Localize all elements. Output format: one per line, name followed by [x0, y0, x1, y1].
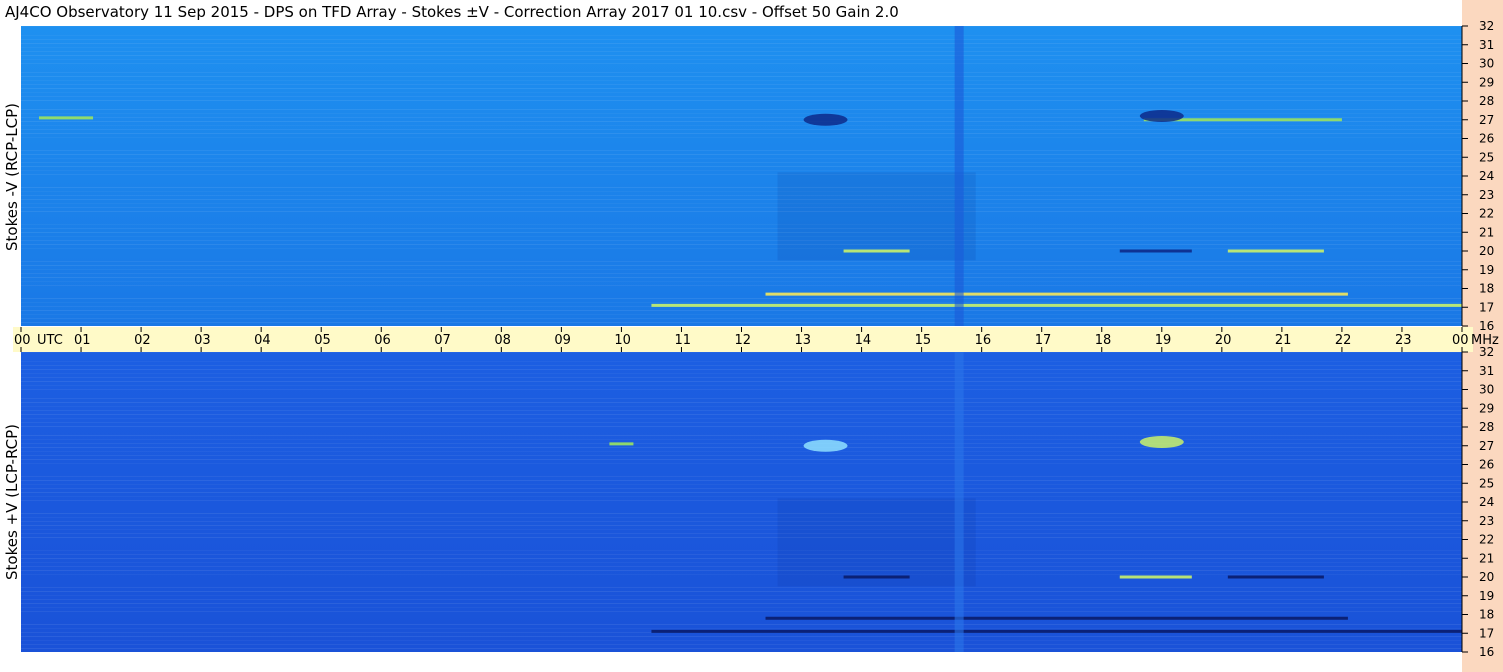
frequency-bottom-tick-label: 32 — [1479, 345, 1494, 359]
time-tick-label: 12 — [735, 333, 752, 348]
time-tick-label: 20 — [1215, 333, 1232, 348]
frequency-bottom-tick-label: 30 — [1479, 383, 1494, 397]
time-tick-label: 06 — [374, 333, 391, 348]
frequency-top-tick-label: 25 — [1479, 150, 1494, 164]
frequency-bottom-tick-label: 19 — [1479, 589, 1494, 603]
time-tick-label: 17 — [1035, 333, 1052, 348]
frequency-top-tick-label: 20 — [1479, 244, 1494, 258]
frequency-bottom-tick-label: 24 — [1479, 495, 1494, 509]
frequency-bottom-tick-label: 20 — [1479, 570, 1494, 584]
frequency-top-tick-label: 19 — [1479, 263, 1494, 277]
frequency-bottom-tick-label: 22 — [1479, 533, 1494, 547]
frequency-top-tick-label: 23 — [1479, 188, 1494, 202]
time-unit-label: UTC — [37, 333, 63, 348]
frequency-top-tick-label: 17 — [1479, 300, 1494, 314]
frequency-bottom-tick-label: 18 — [1479, 608, 1494, 622]
time-tick-label: 09 — [554, 333, 571, 348]
time-tick-label: 07 — [434, 333, 451, 348]
frequency-bottom-tick-label: 31 — [1479, 364, 1494, 378]
time-tick-label: 15 — [915, 333, 932, 348]
frequency-top-tick-label: 16 — [1479, 319, 1494, 333]
frequency-bottom-tick-label: 28 — [1479, 420, 1494, 434]
time-tick-label: 18 — [1095, 333, 1112, 348]
time-tick-label: 16 — [975, 333, 992, 348]
time-tick-label: 04 — [254, 333, 271, 348]
time-tick-label: 13 — [795, 333, 812, 348]
frequency-top-tick-label: 18 — [1479, 282, 1494, 296]
time-tick-label: 02 — [134, 333, 151, 348]
time-tick-label: 22 — [1335, 333, 1352, 348]
frequency-top-tick-label: 26 — [1479, 132, 1494, 146]
frequency-bottom-tick-label: 17 — [1479, 626, 1494, 640]
time-tick-label: 05 — [314, 333, 331, 348]
time-tick-label: 08 — [494, 333, 511, 348]
time-tick-label: 14 — [855, 333, 872, 348]
frequency-bottom-tick-label: 25 — [1479, 476, 1494, 490]
time-tick-label: 19 — [1155, 333, 1172, 348]
frequency-bottom-tick-label: 23 — [1479, 514, 1494, 528]
frequency-top-tick-label: 29 — [1479, 75, 1494, 89]
time-tick-label: 00 — [14, 333, 31, 348]
frequency-top-tick-label: 21 — [1479, 225, 1494, 239]
time-tick-label: 11 — [674, 333, 691, 348]
axes-overlay: 00 01 02 03 04 05 06 07 08 09 10 11 12 13 14 15 16 17 18 19… — [14, 19, 1499, 659]
time-tick-label: 00 — [1452, 333, 1469, 348]
frequency-top-tick-label: 32 — [1479, 19, 1494, 33]
frequency-bottom-tick-label: 27 — [1479, 439, 1494, 453]
time-tick-label: 01 — [74, 333, 91, 348]
frequency-bottom-tick-label: 26 — [1479, 458, 1494, 472]
frequency-bottom-tick-label: 21 — [1479, 551, 1494, 565]
frequency-bottom-tick-label: 16 — [1479, 645, 1494, 659]
time-tick-label: 10 — [614, 333, 631, 348]
frequency-top-tick-label: 27 — [1479, 113, 1494, 127]
frequency-top-tick-label: 31 — [1479, 38, 1494, 52]
frequency-top-tick-label: 24 — [1479, 169, 1494, 183]
time-tick-label: 03 — [194, 333, 211, 348]
time-tick-label: 21 — [1275, 333, 1292, 348]
time-tick-label: 23 — [1395, 333, 1412, 348]
frequency-top-tick-label: 28 — [1479, 94, 1494, 108]
frequency-top-tick-label: 30 — [1479, 57, 1494, 71]
frequency-bottom-tick-label: 29 — [1479, 401, 1494, 415]
frequency-top-tick-label: 22 — [1479, 207, 1494, 221]
